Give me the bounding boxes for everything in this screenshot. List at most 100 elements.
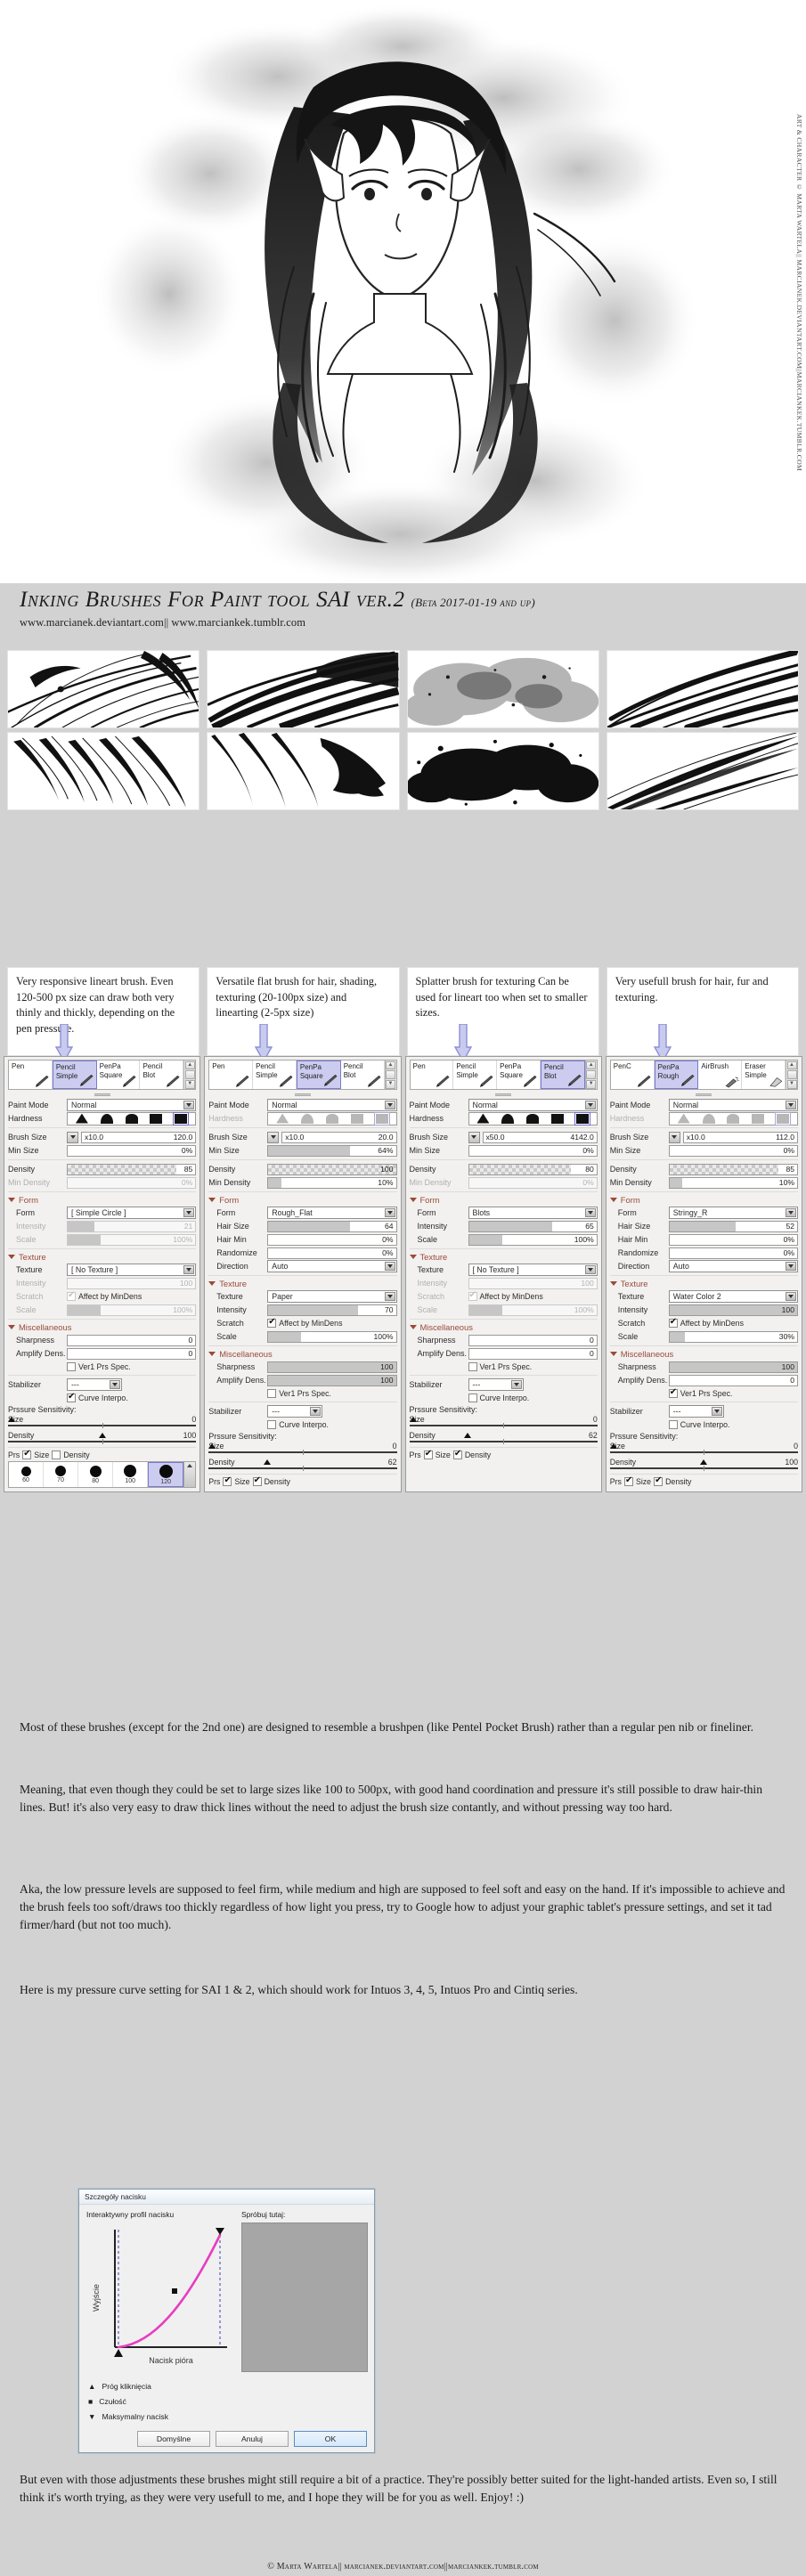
min-density-field[interactable]: 10% bbox=[267, 1176, 397, 1189]
hardness-option-2[interactable] bbox=[100, 1113, 113, 1124]
chevron-down-icon[interactable] bbox=[384, 1101, 395, 1109]
pressure-density-slider[interactable]: Density 62 bbox=[409, 1431, 598, 1444]
hardness-selector[interactable] bbox=[468, 1111, 598, 1125]
panel-grip[interactable] bbox=[94, 1093, 110, 1096]
brush-tab-pen[interactable]: Pen bbox=[9, 1060, 53, 1089]
section-header[interactable]: Texture bbox=[208, 1279, 396, 1288]
default-button[interactable]: Domyślne bbox=[137, 2431, 210, 2447]
hardness-selector[interactable] bbox=[668, 1111, 798, 1125]
section-header[interactable]: Form bbox=[409, 1195, 598, 1205]
checkbox[interactable] bbox=[668, 1419, 678, 1429]
hardness-option-2[interactable] bbox=[301, 1113, 314, 1124]
texture-scale-field[interactable]: 100% bbox=[67, 1304, 197, 1316]
brush-size-dropdown-button[interactable] bbox=[267, 1131, 280, 1143]
pressure-test-area[interactable] bbox=[241, 2223, 368, 2372]
hardness-option-5[interactable] bbox=[173, 1111, 190, 1125]
brush-size-field[interactable]: x10.0 112.0 bbox=[682, 1131, 798, 1143]
brush-size-preset-60[interactable]: 60 bbox=[9, 1462, 45, 1487]
prs-density-checkbox[interactable] bbox=[452, 1449, 462, 1459]
brush-size-preset-80[interactable]: 80 bbox=[78, 1462, 114, 1487]
texture-intensity-field[interactable]: 100 bbox=[668, 1304, 798, 1316]
form-field-2[interactable]: 100% bbox=[468, 1233, 598, 1246]
section-header[interactable]: Form bbox=[208, 1195, 396, 1205]
scroll-up-button[interactable]: ▲ bbox=[786, 1060, 797, 1070]
chevron-down-icon[interactable] bbox=[183, 1208, 195, 1217]
panel-grip[interactable] bbox=[294, 1093, 311, 1096]
brush-tab-penc[interactable]: PenC bbox=[610, 1060, 655, 1089]
min-density-field[interactable]: 0% bbox=[468, 1176, 598, 1189]
brush-tab-pencil-simple[interactable]: Pencil Simple bbox=[52, 1060, 97, 1089]
form-combo[interactable]: Blots bbox=[468, 1207, 598, 1219]
direction-combo[interactable]: Auto bbox=[668, 1260, 798, 1272]
form-combo[interactable]: [ Simple Circle ] bbox=[67, 1207, 197, 1219]
checkbox[interactable] bbox=[668, 1387, 678, 1398]
prs-size-checkbox[interactable] bbox=[423, 1449, 433, 1459]
scratch-checkbox[interactable] bbox=[468, 1290, 477, 1301]
brush-size-field[interactable]: x10.0 120.0 bbox=[81, 1131, 197, 1143]
scroll-down-button[interactable]: ▼ bbox=[786, 1079, 797, 1089]
chevron-down-icon[interactable] bbox=[110, 1380, 120, 1389]
min-density-field[interactable]: 0% bbox=[67, 1176, 197, 1189]
form-field-2[interactable]: 100% bbox=[67, 1233, 197, 1246]
chevron-down-icon[interactable] bbox=[510, 1380, 522, 1389]
brush-tab-pencil-blot[interactable]: Pencil Blot bbox=[540, 1060, 585, 1089]
texture-intensity-field[interactable]: 70 bbox=[267, 1304, 397, 1316]
stabilizer-combo[interactable]: --- bbox=[668, 1405, 724, 1418]
brush-tab-pencil-blot[interactable]: Pencil Blot bbox=[340, 1060, 385, 1089]
form-field-1[interactable]: 52 bbox=[668, 1220, 798, 1232]
form-field-2[interactable]: 0% bbox=[668, 1233, 798, 1246]
hardness-option-5[interactable] bbox=[574, 1111, 590, 1125]
pressure-density-slider[interactable]: Density 100 bbox=[8, 1431, 197, 1444]
density-field[interactable]: 85 bbox=[67, 1163, 197, 1175]
brush-tab-penpa-square[interactable]: PenPa Square bbox=[296, 1060, 341, 1089]
hardness-option-1[interactable] bbox=[476, 1113, 490, 1124]
texture-scale-field[interactable]: 30% bbox=[668, 1330, 798, 1343]
form-field-1[interactable]: 65 bbox=[468, 1220, 598, 1232]
brush-size-preset-70[interactable]: 70 bbox=[44, 1462, 79, 1487]
prs-density-checkbox[interactable] bbox=[52, 1451, 61, 1459]
hardness-option-5[interactable] bbox=[775, 1111, 792, 1125]
amplify-density-field[interactable]: 0 bbox=[668, 1374, 798, 1386]
hardness-option-4[interactable] bbox=[752, 1113, 765, 1124]
section-header[interactable]: Form bbox=[609, 1195, 798, 1205]
panel-grip[interactable] bbox=[696, 1093, 712, 1096]
chevron-down-icon[interactable] bbox=[786, 1262, 796, 1271]
texture-combo[interactable]: Paper bbox=[267, 1290, 397, 1303]
prs-size-checkbox[interactable] bbox=[223, 1475, 232, 1486]
amplify-density-field[interactable]: 100 bbox=[267, 1374, 397, 1386]
prs-density-checkbox[interactable] bbox=[252, 1475, 262, 1486]
scroll-thumb[interactable] bbox=[786, 1070, 797, 1079]
hardness-option-3[interactable] bbox=[325, 1113, 338, 1124]
brush-size-field[interactable]: x50.0 4142.0 bbox=[482, 1131, 598, 1143]
chevron-down-icon[interactable] bbox=[584, 1101, 596, 1109]
brush-size-preset-100[interactable]: 100 bbox=[113, 1462, 149, 1487]
hardness-option-1[interactable] bbox=[75, 1113, 88, 1124]
texture-scale-field[interactable]: 100% bbox=[468, 1304, 598, 1316]
brush-list-scrollbar[interactable]: ▲ ▼ bbox=[384, 1060, 396, 1089]
scroll-thumb[interactable] bbox=[586, 1070, 597, 1079]
hardness-option-4[interactable] bbox=[350, 1113, 363, 1124]
hardness-option-1[interactable] bbox=[276, 1113, 289, 1124]
hardness-option-2[interactable] bbox=[501, 1113, 515, 1124]
paint-mode-combo[interactable]: Normal bbox=[468, 1099, 598, 1111]
texture-intensity-field[interactable]: 100 bbox=[67, 1277, 197, 1289]
chevron-down-icon[interactable] bbox=[584, 1208, 596, 1217]
stabilizer-combo[interactable]: --- bbox=[67, 1378, 122, 1391]
brush-list-scrollbar[interactable]: ▲ ▼ bbox=[584, 1060, 597, 1089]
scroll-up-button[interactable]: ▲ bbox=[184, 1060, 195, 1070]
density-field[interactable]: 80 bbox=[468, 1163, 598, 1175]
section-header[interactable]: Texture bbox=[8, 1252, 196, 1262]
pressure-size-slider[interactable]: Size 0 bbox=[609, 1442, 798, 1455]
preset-scroll-up-button[interactable] bbox=[183, 1462, 196, 1487]
section-header[interactable]: Texture bbox=[409, 1252, 598, 1262]
scroll-thumb[interactable] bbox=[386, 1070, 395, 1079]
prs-size-checkbox[interactable] bbox=[623, 1475, 633, 1486]
scratch-checkbox[interactable] bbox=[267, 1317, 277, 1328]
brush-tab-penpa-rough[interactable]: PenPa Rough bbox=[654, 1060, 699, 1089]
pressure-size-slider[interactable]: Size 0 bbox=[8, 1415, 197, 1428]
scratch-checkbox[interactable] bbox=[668, 1317, 678, 1328]
pressure-size-slider[interactable]: Size 0 bbox=[409, 1415, 598, 1428]
section-header[interactable]: Texture bbox=[609, 1279, 798, 1288]
checkbox[interactable] bbox=[267, 1419, 277, 1429]
min-density-field[interactable]: 10% bbox=[668, 1176, 798, 1189]
